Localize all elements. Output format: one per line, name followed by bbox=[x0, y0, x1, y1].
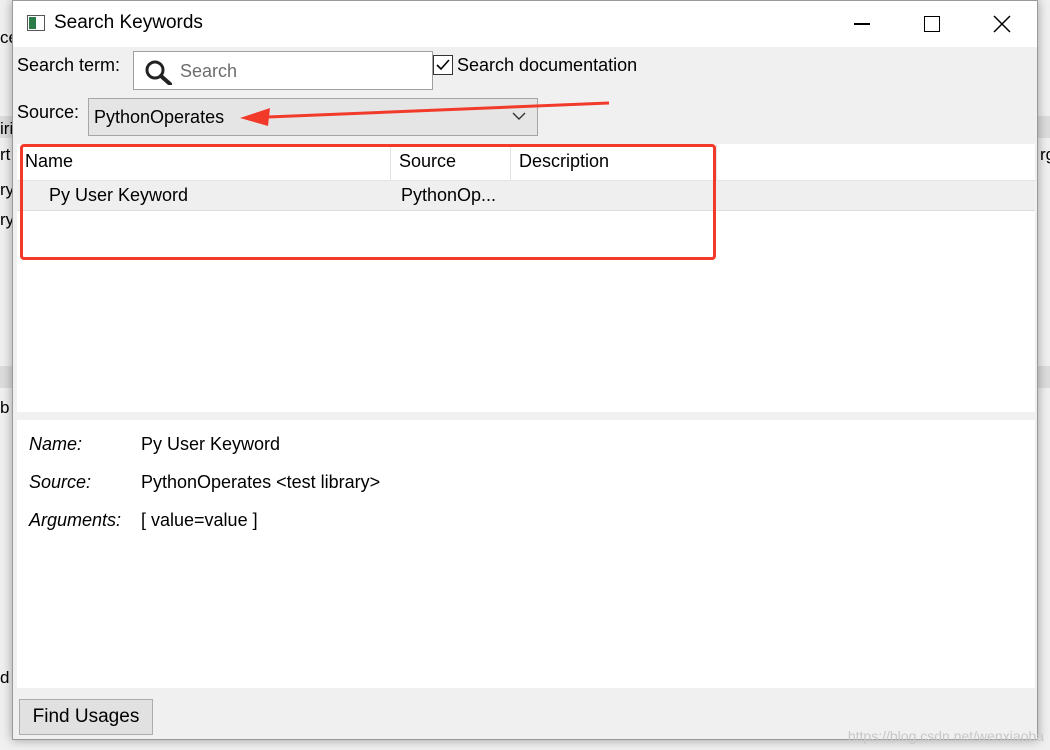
source-select[interactable]: PythonOperates bbox=[88, 98, 538, 136]
close-button[interactable] bbox=[967, 1, 1037, 47]
table-row[interactable]: Py User Keyword PythonOp... bbox=[17, 181, 1035, 211]
title-bar[interactable]: Search Keywords bbox=[13, 1, 1037, 47]
search-documentation-label[interactable]: Search documentation bbox=[457, 55, 637, 76]
details-source-key: Source: bbox=[29, 472, 92, 492]
row-source-cell: PythonOp... bbox=[401, 185, 497, 205]
details-name-value: Py User Keyword bbox=[141, 434, 281, 454]
minimize-icon bbox=[854, 23, 870, 25]
details-arguments-key: Arguments: bbox=[29, 510, 122, 530]
column-header-source[interactable]: Source bbox=[391, 144, 511, 181]
details-name-key: Name: bbox=[29, 434, 83, 454]
background-text: d bbox=[0, 668, 10, 687]
watermark: https://blog.csdn.net/wenxiaoba bbox=[847, 728, 1044, 744]
chevron-down-icon bbox=[512, 112, 526, 120]
minimize-button[interactable] bbox=[827, 1, 897, 47]
table-header: Name Source Description bbox=[17, 144, 1035, 181]
keyword-details-panel: Name: Py User Keyword Source: PythonOper… bbox=[17, 420, 1035, 688]
search-input[interactable] bbox=[180, 58, 420, 84]
background-text: b bbox=[0, 398, 10, 417]
search-keywords-dialog: Search Keywords Search term: Search docu… bbox=[12, 0, 1038, 740]
details-source-value: PythonOperates <test library> bbox=[141, 472, 381, 492]
checkmark-icon bbox=[436, 59, 450, 71]
source-selected-value: PythonOperates bbox=[94, 107, 225, 127]
background-text: rt bbox=[0, 145, 11, 164]
background-text: rg bbox=[1040, 145, 1050, 164]
column-header-description[interactable]: Description bbox=[511, 144, 717, 181]
search-icon bbox=[145, 60, 172, 85]
maximize-button[interactable] bbox=[897, 1, 967, 47]
column-header-name[interactable]: Name bbox=[17, 144, 391, 181]
row-description-cell bbox=[521, 181, 711, 211]
details-arguments-value: [ value=value ] bbox=[141, 510, 258, 530]
window-title: Search Keywords bbox=[54, 12, 203, 33]
row-name-cell: Py User Keyword bbox=[49, 185, 189, 205]
search-box[interactable] bbox=[133, 51, 433, 90]
keyword-table: Name Source Description Py User Keyword … bbox=[17, 144, 1035, 412]
close-icon bbox=[993, 15, 1011, 33]
find-usages-button[interactable]: Find Usages bbox=[19, 699, 153, 735]
search-term-label: Search term: bbox=[17, 55, 121, 75]
source-label: Source: bbox=[17, 102, 80, 122]
search-documentation-checkbox[interactable] bbox=[433, 55, 453, 75]
maximize-icon bbox=[924, 16, 940, 32]
app-icon bbox=[27, 15, 45, 31]
